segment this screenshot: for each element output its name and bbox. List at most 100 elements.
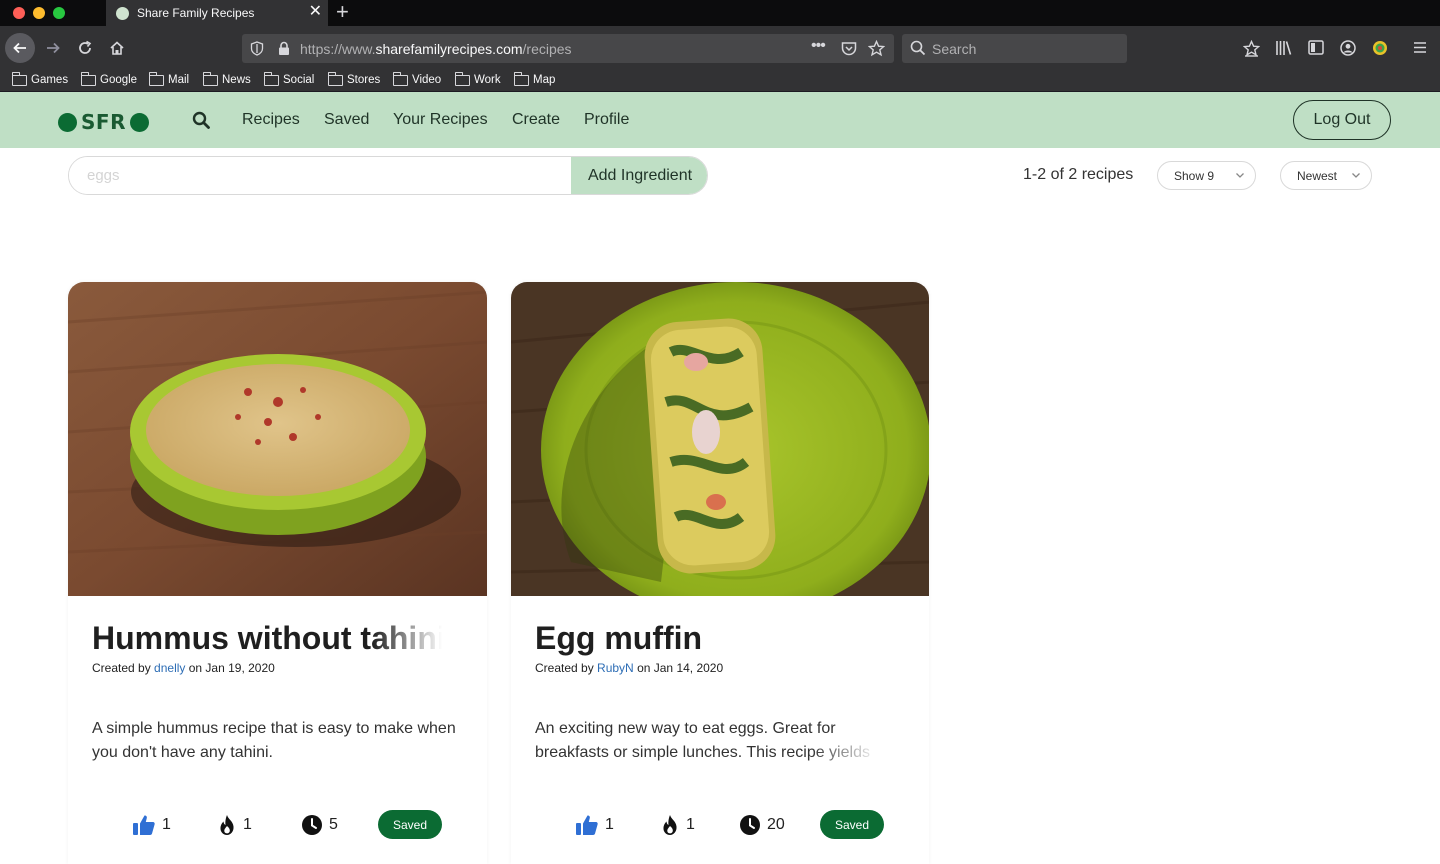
bookmark-folder-mail[interactable]: Mail [148,71,190,88]
browser-tab[interactable]: Share Family Recipes ✕ [106,0,328,26]
shield-icon[interactable] [250,41,264,56]
page-actions-icon[interactable]: ••• [811,37,826,55]
browser-toolbar: https://www.sharefamilyrecipes.com/recip… [0,26,1440,68]
logo-text: SFR [81,110,126,134]
bookmark-label: Video [412,74,442,86]
result-count: 1-2 of 2 recipes [1023,166,1134,183]
created-by-label: Created by [92,661,151,675]
clock-icon [740,815,760,835]
reload-icon [79,40,92,54]
folder-icon [392,71,408,86]
url-domain: sharefamilyrecipes.com [375,41,523,57]
bookmark-star-icon[interactable] [868,40,885,57]
show-count-value: Show 9 [1174,168,1215,183]
extension-icon[interactable] [1372,40,1388,56]
bookmarks-menu-icon[interactable] [1243,40,1260,57]
close-tab-icon[interactable]: ✕ [309,4,322,20]
maximize-window-button[interactable] [53,7,65,19]
bookmarks-toolbar: Games Google Mail News Social Stores Vid… [0,68,1440,92]
flame-icon [663,815,677,835]
recipe-title[interactable]: Hummus without tahini [92,620,442,657]
bookmark-label: Map [533,74,556,86]
recipe-card[interactable]: Egg muffin Created by RubyN on Jan 14, 2… [511,282,929,864]
logo-dot-left [58,112,77,132]
bookmark-folder-social[interactable]: Social [263,71,314,88]
browser-search-bar[interactable]: Search [902,34,1127,63]
forward-button[interactable] [39,34,67,62]
bookmark-folder-map[interactable]: Map [513,71,556,88]
recipe-title[interactable]: Egg muffin [535,620,885,657]
hot-stat[interactable]: 1 [217,814,252,836]
bookmark-folder-games[interactable]: Games [11,71,68,88]
show-count-select[interactable]: Show 9 [1157,161,1256,190]
author-link[interactable]: RubyN [597,661,634,675]
url-prefix: https://www. [300,41,376,57]
sort-select[interactable]: Newest [1280,161,1372,190]
bookmark-folder-google[interactable]: Google [80,71,138,88]
minimize-window-button[interactable] [33,7,45,19]
address-bar[interactable]: https://www.sharefamilyrecipes.com/recip… [242,34,894,63]
site-logo[interactable]: SFR [58,110,149,134]
home-button[interactable] [103,34,131,62]
recipe-card[interactable]: Hummus without tahini Created by dnelly … [68,282,487,864]
saved-badge[interactable]: Saved [378,810,442,839]
new-tab-icon[interactable]: + [336,1,349,23]
pocket-icon[interactable] [841,41,857,56]
back-button[interactable] [5,33,35,63]
folder-icon [80,71,96,86]
folder-icon [327,71,343,86]
bookmark-folder-stores[interactable]: Stores [327,71,380,88]
sidebar-icon[interactable] [1308,40,1324,55]
time-minutes: 20 [767,816,785,833]
account-icon[interactable] [1340,40,1356,56]
nav-recipes[interactable]: Recipes [242,111,300,129]
recipe-image-hummus[interactable] [68,282,487,596]
recipe-meta: Created by RubyN on Jan 14, 2020 [535,661,723,675]
home-icon [110,41,124,55]
nav-profile[interactable]: Profile [584,111,629,129]
time-minutes: 5 [329,816,338,833]
likes-count: 1 [162,816,171,833]
hamburger-menu-icon[interactable] [1413,41,1427,54]
clock-icon [302,815,322,835]
bookmark-folder-video[interactable]: Video [392,71,442,88]
add-ingredient-button[interactable]: Add Ingredient [571,157,707,194]
time-stat[interactable]: 5 [301,814,338,836]
recipe-image-egg-muffin[interactable] [511,282,929,596]
close-window-button[interactable] [13,7,25,19]
ingredient-input[interactable] [69,157,571,194]
time-stat[interactable]: 20 [739,814,785,836]
recipe-description: A simple hummus recipe that is easy to m… [92,720,456,761]
bookmark-folder-work[interactable]: Work [454,71,501,88]
browser-titlebar: Share Family Recipes ✕ + [0,0,1440,26]
likes-stat[interactable]: 1 [575,814,614,836]
bookmark-label: Google [100,74,138,86]
log-out-button[interactable]: Log Out [1293,100,1391,140]
chevron-down-icon [1236,173,1244,178]
url-path: /recipes [522,41,572,57]
bookmark-label: Mail [168,74,190,86]
search-placeholder: Search [932,41,977,57]
author-link[interactable]: dnelly [154,661,185,675]
bookmark-folder-news[interactable]: News [202,71,251,88]
folder-icon [148,71,164,86]
nav-your-recipes[interactable]: Your Recipes [393,111,488,129]
hot-count: 1 [243,816,252,833]
thumbs-up-icon [576,815,598,835]
search-icon[interactable] [192,111,210,129]
nav-saved[interactable]: Saved [324,111,369,129]
favicon-icon [116,6,129,20]
lock-icon[interactable] [278,41,290,56]
likes-stat[interactable]: 1 [132,814,171,836]
reload-button[interactable] [71,34,99,62]
url-text[interactable]: https://www.sharefamilyrecipes.com/recip… [300,41,572,57]
forward-arrow-icon [47,42,60,54]
folder-icon [263,71,279,86]
hot-stat[interactable]: 1 [660,814,695,836]
description-fade [811,741,891,765]
nav-create[interactable]: Create [512,111,560,129]
saved-badge[interactable]: Saved [820,810,884,839]
library-icon[interactable] [1275,40,1293,56]
folder-icon [454,71,470,86]
recipe-meta: Created by dnelly on Jan 19, 2020 [92,661,275,675]
